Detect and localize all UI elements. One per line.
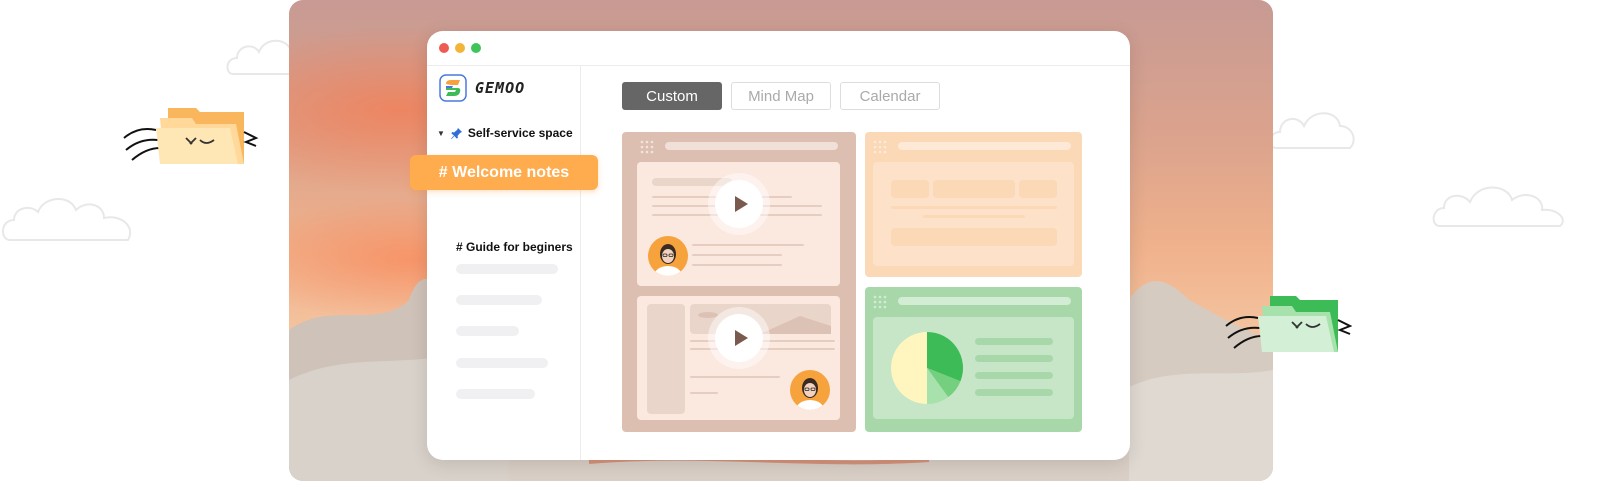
- space-label: Self-service space: [467, 126, 573, 140]
- drag-handle-icon[interactable]: [873, 140, 887, 154]
- app-window: GEMOO ▼ Self-service space # Guide for b…: [427, 31, 1130, 460]
- chart-card: [873, 317, 1074, 419]
- cloud-left-icon: [2, 198, 131, 241]
- sidebar-item-welcome-notes[interactable]: # Welcome notes: [410, 155, 598, 190]
- placeholder-line: [690, 376, 780, 378]
- placeholder-line: [652, 178, 732, 186]
- cloud-top-right-icon: [1269, 112, 1355, 149]
- table-footer: [891, 228, 1057, 246]
- table-cell: [891, 180, 929, 198]
- pie-slice-3: [891, 332, 927, 404]
- logo-text: GEMOO: [475, 79, 526, 97]
- avatar: [790, 370, 830, 410]
- maximize-window-button[interactable]: [471, 43, 481, 53]
- legend-line: [975, 338, 1053, 345]
- sidebar: GEMOO ▼ Self-service space # Guide for b…: [427, 66, 581, 460]
- legend-line: [975, 372, 1053, 379]
- drag-handle-icon[interactable]: [640, 140, 654, 154]
- header-placeholder: [898, 297, 1071, 305]
- orange-flying-folder-icon: [123, 108, 259, 164]
- placeholder-line: [692, 254, 782, 256]
- play-icon: [734, 196, 748, 212]
- table-card: [873, 162, 1074, 266]
- pushpin-icon: [450, 127, 462, 139]
- play-button[interactable]: [715, 180, 763, 228]
- caret-down-icon[interactable]: ▼: [437, 129, 445, 138]
- placeholder-line: [690, 348, 835, 350]
- tab-calendar[interactable]: Calendar: [840, 82, 940, 110]
- placeholder-line: [690, 392, 718, 394]
- placeholder-line: [456, 295, 542, 305]
- placeholder-line: [891, 206, 1057, 209]
- header-placeholder: [665, 142, 838, 150]
- cloud-right-icon: [1432, 186, 1564, 227]
- placeholder-line: [456, 358, 548, 368]
- tab-mind-map[interactable]: Mind Map: [731, 82, 831, 110]
- close-window-button[interactable]: [439, 43, 449, 53]
- gemoo-logo-icon: [439, 74, 467, 102]
- person-avatar-icon: [796, 378, 824, 410]
- table-cell: [933, 180, 1015, 198]
- header-placeholder: [898, 142, 1071, 150]
- tab-custom[interactable]: Custom: [622, 82, 722, 110]
- placeholder-block: [647, 304, 685, 414]
- placeholder-line: [692, 264, 782, 266]
- legend-line: [975, 355, 1053, 362]
- green-flying-folder-icon: [1225, 296, 1352, 352]
- placeholder-line: [456, 264, 558, 274]
- space-header[interactable]: ▼ Self-service space: [437, 126, 573, 140]
- placeholder-line: [456, 326, 519, 336]
- chart-board: [865, 287, 1082, 432]
- minimize-window-button[interactable]: [455, 43, 465, 53]
- legend-line: [975, 389, 1053, 396]
- title-bar: [427, 31, 1130, 66]
- avatar: [648, 236, 688, 276]
- table-cell: [1019, 180, 1057, 198]
- drag-handle-icon[interactable]: [873, 295, 887, 309]
- play-button[interactable]: [715, 314, 763, 362]
- pie-chart: [891, 332, 963, 404]
- person-avatar-icon: [654, 244, 682, 276]
- sidebar-item-guide-for-beginers[interactable]: # Guide for beginers: [456, 240, 573, 254]
- table-board: [865, 132, 1082, 277]
- play-icon: [734, 330, 748, 346]
- placeholder-line: [923, 215, 1025, 218]
- placeholder-line: [456, 389, 535, 399]
- video-board: [622, 132, 856, 432]
- placeholder-line: [692, 244, 804, 246]
